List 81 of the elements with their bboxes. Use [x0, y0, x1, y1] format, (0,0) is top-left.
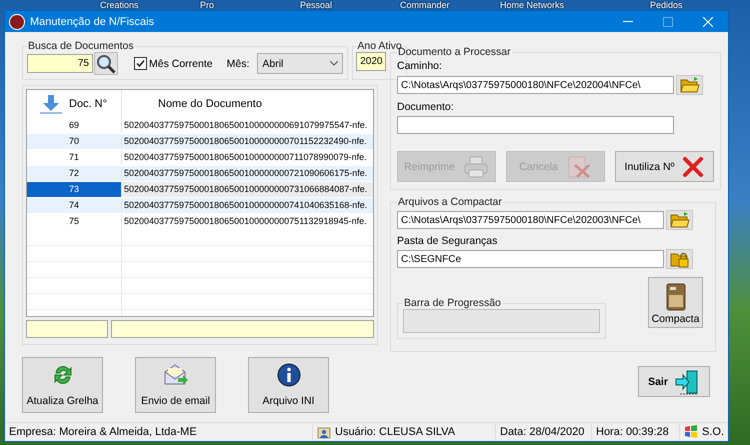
group-title: Barra de Progressão — [403, 297, 502, 309]
month-label: Mês: — [226, 58, 250, 70]
group-title: Documento a Processar — [398, 46, 512, 58]
zip-archive-icon — [664, 283, 686, 311]
grid-row[interactable]: 70 502004037759750001806500100000000701152232490-nfe. — [27, 134, 373, 150]
path-field[interactable]: C:\Notas\Arqs\03775975000180\NFCe\202004\NFCe\ — [397, 76, 674, 94]
exit-door-icon — [674, 368, 700, 394]
folder-icon — [680, 76, 700, 94]
document-label: Documento: — [397, 101, 455, 113]
month-dropdown[interactable]: Abril — [257, 53, 344, 74]
send-email-button[interactable]: Envio de email — [135, 357, 216, 413]
status-text: Hora: 00:39:28 — [596, 426, 669, 438]
doc-number-cell: 73 — [27, 182, 122, 197]
group-title: Busca de Documentos — [27, 40, 135, 52]
status-text: S.O. — [702, 426, 724, 438]
exit-button[interactable]: Sair — [638, 366, 710, 397]
refresh-icon — [52, 363, 74, 387]
doc-number-cell: 69 — [27, 118, 122, 133]
ini-file-button[interactable]: Arquivo INI — [248, 357, 329, 413]
browse-folder-button[interactable] — [676, 75, 703, 95]
folder-icon — [670, 211, 690, 229]
compress-button[interactable]: Compacta — [648, 277, 703, 328]
printer-icon — [462, 156, 489, 178]
grid-footer-field[interactable] — [111, 320, 374, 338]
chevron-down-icon — [330, 61, 338, 66]
document-field[interactable] — [397, 116, 674, 134]
window-title: Manutenção de N/Fiscais — [30, 16, 156, 28]
doc-number-cell: 72 — [27, 166, 122, 181]
grid-row[interactable]: 74 502004037759750001806500100000000741040635168-nfe. — [27, 198, 373, 214]
minimize-icon[interactable] — [623, 20, 633, 22]
document-name-cell-text: 502004037759750001806500100000000741040635168-nfe. — [123, 199, 368, 212]
document-name-cell: 502004037759750001806500100000000731066884087-nfe. — [122, 182, 373, 197]
desktop-icon-label[interactable]: Home Networks — [500, 0, 600, 11]
desktop-icon-label[interactable]: Pedidos — [650, 0, 750, 11]
doc-number-cell: 74 — [27, 198, 122, 213]
source-folder-field[interactable]: C:\Notas\Arqs\03775975000180\NFCe\202003\NFCe\ — [397, 211, 664, 229]
doc-number-cell: 70 — [27, 134, 122, 149]
document-name-cell-text: 502004037759750001806500100000000691079975547-nfe. — [123, 119, 368, 132]
doc-number-cell: 75 — [27, 214, 122, 229]
status-text: Usuário: CLEUSA SILVA — [335, 426, 456, 438]
cancelled-document-icon — [566, 154, 592, 178]
backup-folder-field[interactable]: C:\SEGNFCe — [397, 250, 664, 268]
browse-folder-button[interactable] — [666, 210, 693, 230]
document-name-cell-text: 502004037759750001806500100000000721090606175-nfe. — [123, 167, 368, 180]
path-label: Caminho: — [397, 60, 443, 72]
search-button[interactable] — [94, 52, 118, 75]
cross-icon — [682, 156, 704, 178]
search-icon — [96, 54, 116, 74]
grid-row[interactable]: 75 502004037759750001806500100000000751132918945-nfe. — [27, 214, 373, 230]
grid-row[interactable]: 73 502004037759750001806500100000000731066884087-nfe. — [27, 182, 373, 198]
current-month-checkbox[interactable]: Mês Corrente — [134, 57, 213, 70]
desktop-icon-label[interactable]: Commander — [400, 0, 500, 11]
user-icon — [317, 425, 331, 439]
close-icon[interactable] — [703, 16, 713, 26]
info-icon — [276, 363, 300, 387]
sort-arrow-icon[interactable] — [39, 94, 63, 114]
desktop-icon-label[interactable]: Pessoal — [300, 0, 400, 11]
grid-row[interactable]: 72 502004037759750001806500100000000721090606175-nfe. — [27, 166, 373, 182]
browse-backup-folder-button[interactable] — [666, 249, 693, 269]
document-number-field[interactable]: 75 — [27, 54, 93, 73]
windows-logo-icon — [684, 425, 698, 439]
checkbox-icon[interactable] — [134, 57, 147, 70]
year-field[interactable]: 2020 — [356, 52, 386, 71]
desktop-icon-label[interactable]: Creations — [100, 0, 200, 11]
document-name-cell-text: 502004037759750001806500100000000711078990079-nfe. — [123, 151, 368, 164]
refresh-grid-button[interactable]: Atualiza Grelha — [22, 357, 103, 413]
document-name-cell-text: 502004037759750001806500100000000701152232490-nfe. — [123, 135, 368, 148]
backup-folder-label: Pasta de Seguranças — [397, 235, 498, 247]
column-header[interactable]: Doc. N° — [69, 98, 108, 110]
doc-number-cell: 71 — [27, 150, 122, 165]
app-logo-icon — [9, 14, 25, 30]
status-text: Empresa: Moreira & Almeida, Ltda-ME — [9, 426, 197, 438]
void-number-button[interactable]: Inutiliza Nº — [615, 151, 714, 182]
group-title: Arquivos a Compactar — [397, 196, 503, 208]
column-header[interactable]: Nome do Documento — [122, 98, 373, 110]
envelope-icon — [162, 363, 188, 387]
status-text: Data: 28/04/2020 — [500, 426, 584, 438]
locked-folder-icon — [670, 250, 690, 268]
document-name-cell-text: 502004037759750001806500100000000751132918945-nfe. — [123, 215, 368, 228]
desktop-icon-label[interactable]: Pro — [200, 0, 300, 11]
grid-footer-field[interactable] — [26, 320, 108, 338]
